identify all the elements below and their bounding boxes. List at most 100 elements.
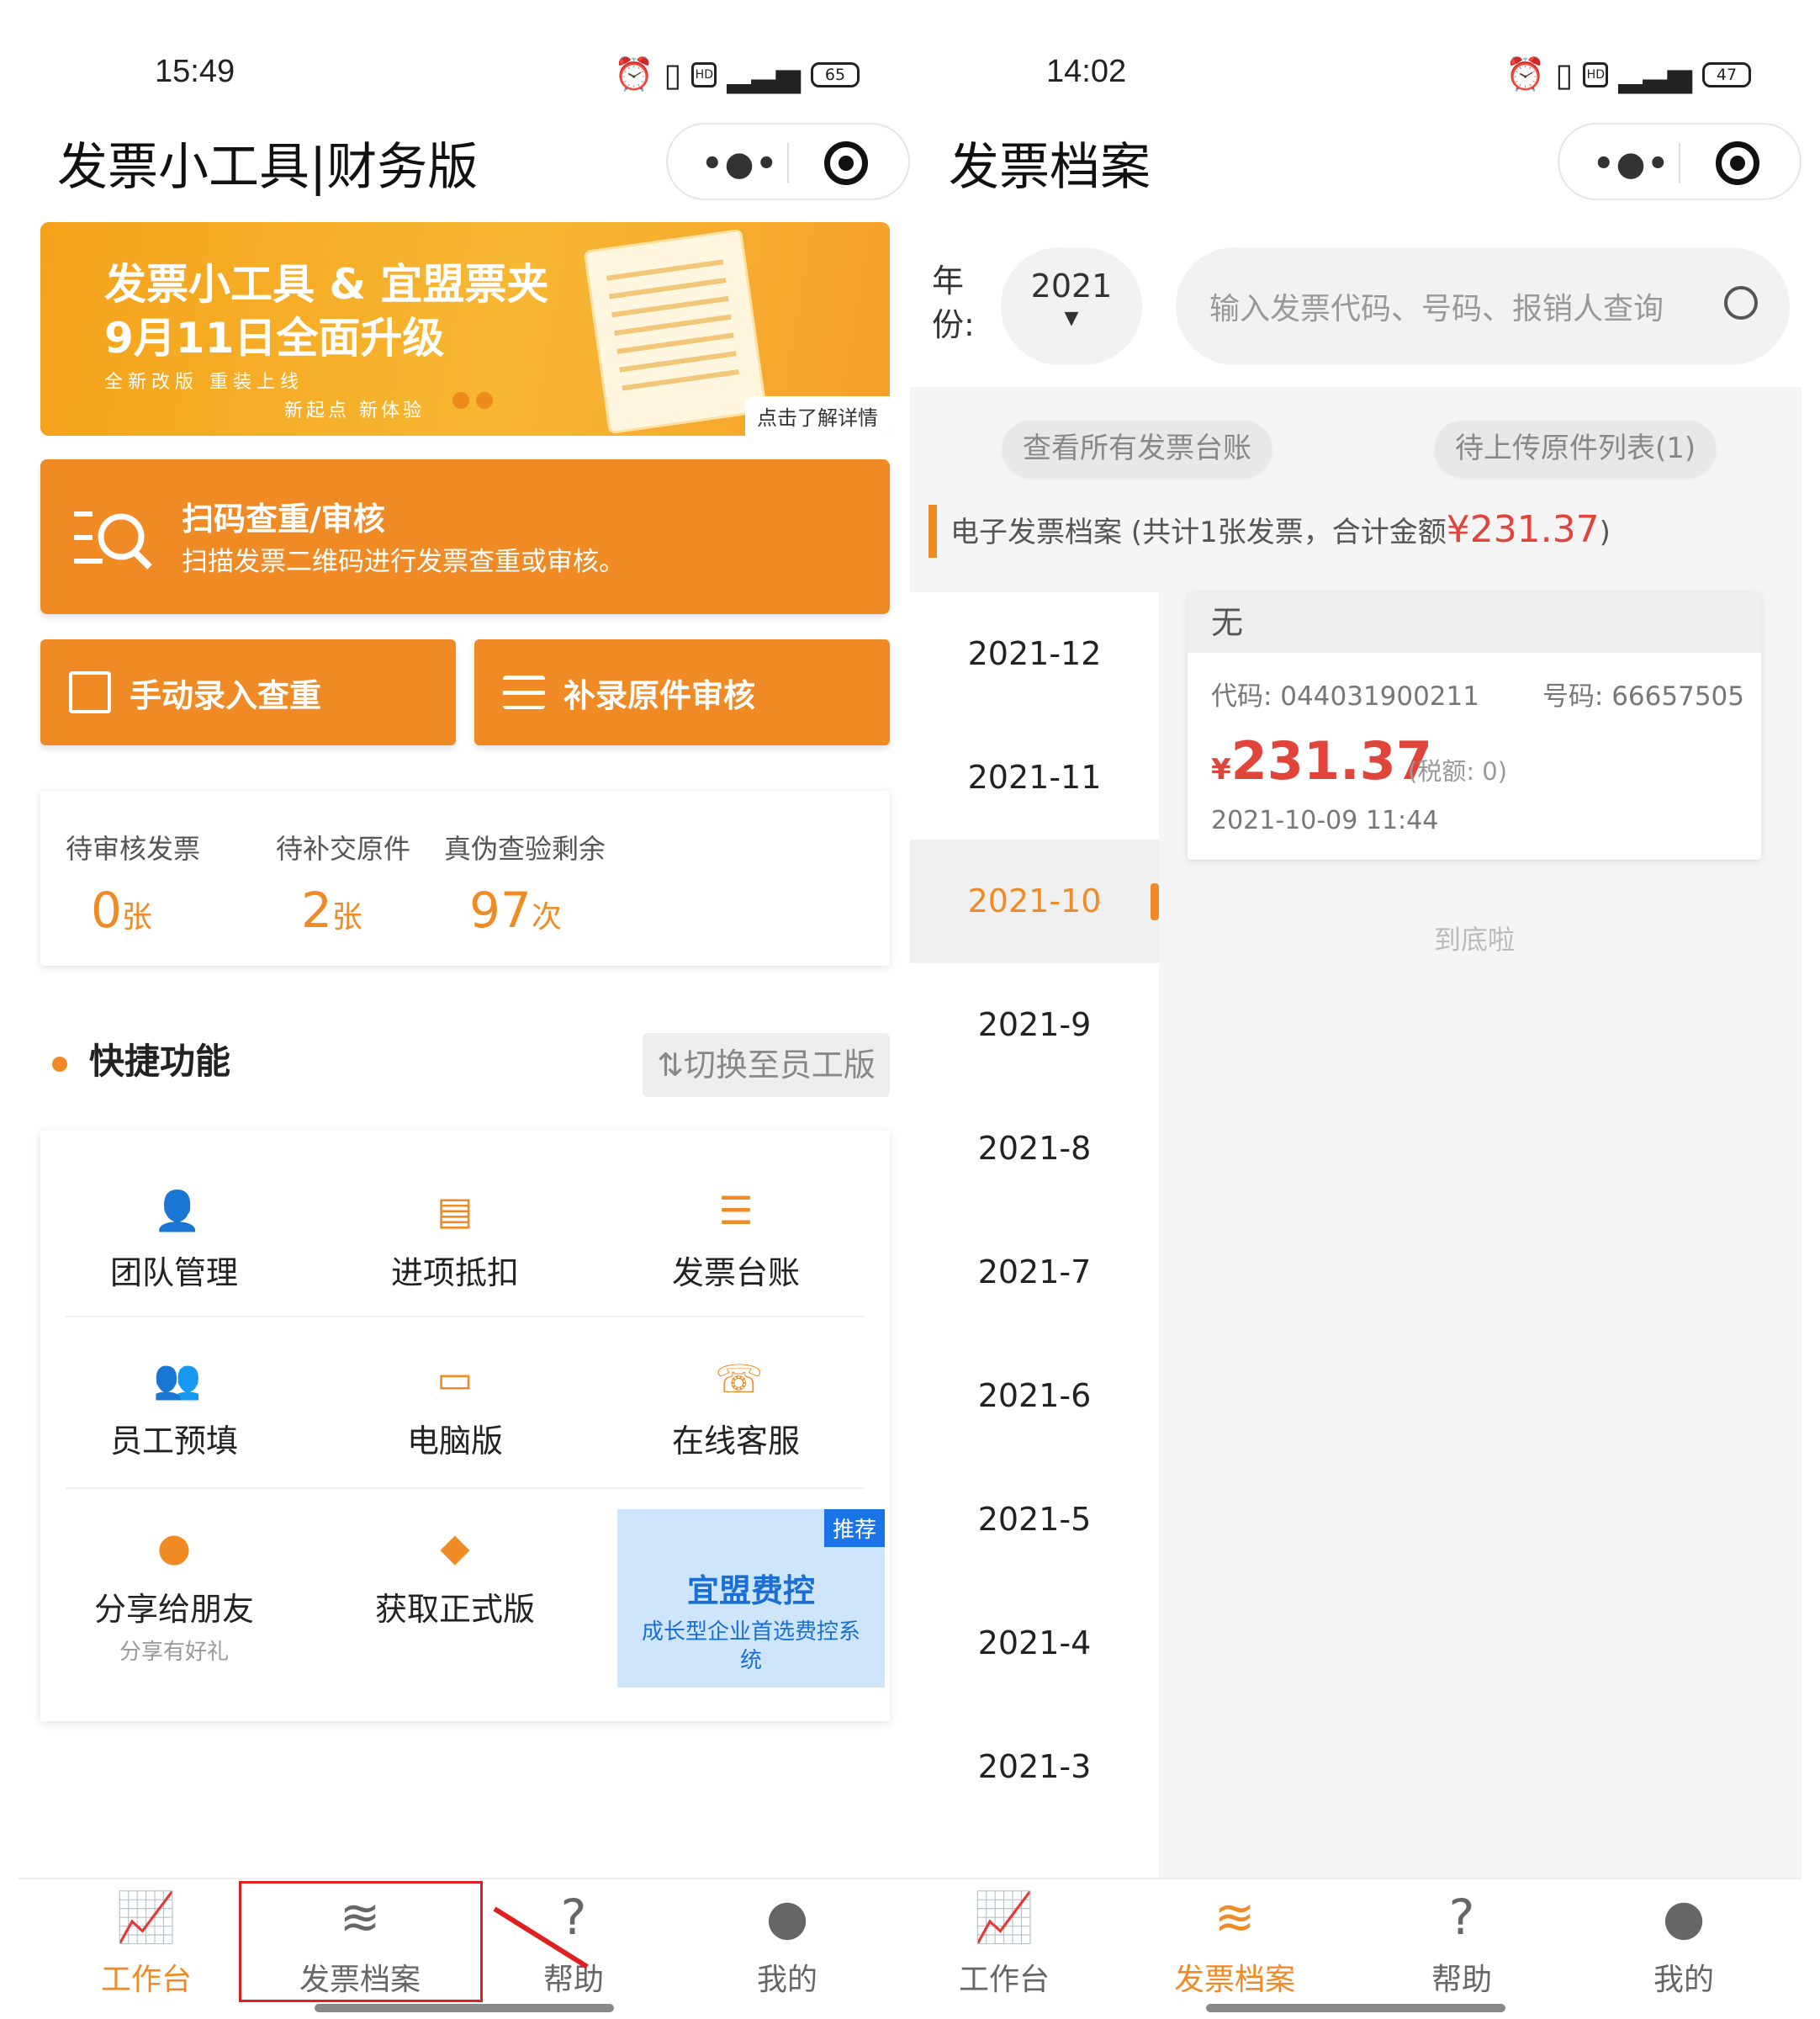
scan-title: 扫码查重/审核	[182, 501, 385, 538]
scan-check-button[interactable]: 扫码查重/审核 扫描发票二维码进行发票查重或审核。	[40, 459, 890, 614]
carousel-dot[interactable]	[452, 392, 469, 409]
signal-icon: ▂▃▅	[1618, 56, 1692, 93]
stat-value: 2张	[301, 882, 362, 939]
grid-item-ledger[interactable]: ☰ 发票台账	[602, 1190, 870, 1293]
edit-icon	[69, 671, 111, 713]
view-all-ledger-button[interactable]: 查看所有发票台账	[1003, 421, 1272, 476]
vibrate-icon: ▯	[1555, 56, 1574, 93]
grid-item-support[interactable]: ☏ 在线客服	[602, 1358, 870, 1461]
grid-item-desktop[interactable]: ▭ 电脑版	[321, 1358, 589, 1461]
tab-mine[interactable]: ● 我的	[1600, 1888, 1768, 1999]
switch-employee-button[interactable]: ⇅切换至员工版	[643, 1033, 890, 1097]
month-item[interactable]: 2021-7	[910, 1211, 1159, 1334]
signal-icon: ▂▃▅	[727, 56, 801, 93]
stat-pending-originals[interactable]: 待补交原件 2张	[276, 828, 410, 939]
grid-item-upgrade[interactable]: ◆ 获取正式版	[321, 1526, 589, 1630]
scan-desc: 扫描发票二维码进行发票查重或审核。	[182, 547, 625, 577]
carousel-dot[interactable]	[476, 392, 493, 409]
status-time: 15:49	[155, 54, 235, 89]
supplement-review-button[interactable]: 补录原件审核	[474, 639, 890, 745]
status-time: 14:02	[1046, 54, 1127, 89]
home-indicator	[315, 2004, 614, 2012]
help-icon: ?	[560, 1889, 587, 1946]
tab-workbench[interactable]: 📈 工作台	[920, 1888, 1088, 1999]
page-title: 发票小工具|财务版	[57, 138, 479, 197]
tab-invoice-archive[interactable]: ≋ 发票档案	[1151, 1888, 1319, 1999]
invoice-illustration	[583, 228, 768, 435]
user-icon: ●	[765, 1889, 809, 1946]
month-item[interactable]: 2021-8	[910, 1087, 1159, 1211]
month-item[interactable]: 2021-6	[910, 1334, 1159, 1458]
close-target-icon[interactable]	[824, 141, 868, 185]
miniprogram-capsule[interactable]: •●•	[666, 123, 910, 200]
invoice-card[interactable]: 无 代码: 044031900211 号码: 66657505 ¥231.37 …	[1188, 592, 1761, 860]
more-icon[interactable]: •●•	[1593, 145, 1670, 183]
grid-item-employee-prefill[interactable]: 👥 员工预填	[40, 1358, 308, 1461]
grid-item-team[interactable]: 👤 团队管理	[40, 1190, 308, 1293]
promo-banner[interactable]: 发票小工具 & 宜盟票夹 9月11日全面升级 全新改版 重装上线 新起点 新体验…	[40, 222, 890, 436]
search-input[interactable]: 输入发票代码、号码、报销人查询	[1176, 247, 1790, 365]
list-icon	[503, 676, 545, 709]
month-item[interactable]: 2021-4	[910, 1582, 1159, 1705]
invoice-datetime: 2021-10-09 11:44	[1211, 806, 1439, 835]
hd-icon: HD	[691, 61, 717, 87]
grid-item-share[interactable]: ● 分享给朋友 分享有好礼	[40, 1526, 308, 1666]
tab-bar: 📈 工作台 ≋ 发票档案 ? 帮助 ● 我的	[910, 1878, 1801, 2019]
chart-icon: 📈	[115, 1889, 177, 1946]
carousel-dots[interactable]	[452, 392, 493, 409]
search-icon[interactable]	[1724, 286, 1758, 320]
filter-bar: 年份: 2021 ▼ 输入发票代码、号码、报销人查询	[910, 222, 1801, 382]
hd-icon: HD	[1583, 61, 1609, 87]
invoice-tax: (税额: 0)	[1408, 757, 1508, 786]
invoice-head: 无	[1188, 592, 1761, 653]
banner-line4: 新起点 新体验	[284, 400, 425, 421]
bullet-dot	[52, 1056, 67, 1072]
banner-more-link[interactable]: 点击了解详情	[745, 396, 890, 436]
invoice-code: 代码: 044031900211	[1211, 681, 1479, 712]
left-phone-screen: 15:49 ⏰ ▯ HD ▂▃▅ 65 发票小工具|财务版 •●• 发票小工具 …	[19, 0, 910, 2019]
home-indicator	[1206, 2004, 1505, 2012]
status-bar: 14:02 ⏰ ▯ HD ▂▃▅ 47	[910, 50, 1801, 101]
invoice-number: 号码: 66657505	[1542, 681, 1744, 712]
vibrate-icon: ▯	[664, 56, 682, 93]
year-select[interactable]: 2021 ▼	[1001, 247, 1142, 365]
desktop-icon: ▭	[436, 1356, 474, 1402]
pending-upload-button[interactable]: 待上传原件列表(1)	[1435, 421, 1717, 476]
tab-help[interactable]: ? 帮助	[489, 1888, 658, 1999]
status-icons: ⏰ ▯ HD ▂▃▅ 65	[614, 56, 860, 93]
tab-workbench[interactable]: 📈 工作台	[62, 1888, 230, 1999]
alarm-icon: ⏰	[614, 56, 654, 93]
status-icons: ⏰ ▯ HD ▂▃▅ 47	[1505, 56, 1751, 93]
grid-divider	[66, 1487, 865, 1489]
grid-item-deduction[interactable]: ▤ 进项抵扣	[321, 1190, 589, 1293]
team-icon: 👤	[153, 1188, 202, 1233]
banner-line3: 全新改版 重装上线	[104, 372, 304, 393]
yimeng-promo-card[interactable]: 推荐 宜盟费控 成长型企业首选费控系统	[617, 1509, 885, 1688]
month-item-active[interactable]: 2021-10	[910, 840, 1159, 963]
quick-functions-heading: 快捷功能	[52, 1033, 230, 1084]
invoice-amount: ¥231.37	[1211, 730, 1432, 792]
layers-icon: ≋	[1214, 1889, 1256, 1946]
wechat-icon: ●	[156, 1524, 192, 1570]
stat-pending-review[interactable]: 待审核发票 0张	[66, 828, 200, 939]
tab-help[interactable]: ? 帮助	[1378, 1888, 1546, 1999]
annotation-highlight-box	[239, 1881, 483, 2002]
manual-entry-button[interactable]: 手动录入查重	[40, 639, 456, 745]
right-phone-screen: 14:02 ⏰ ▯ HD ▂▃▅ 47 发票档案 •●• 年份: 2021 ▼ …	[910, 0, 1801, 2019]
more-icon[interactable]: •●•	[701, 145, 779, 183]
tab-mine[interactable]: ● 我的	[703, 1888, 871, 1999]
stat-label: 真伪查验剩余	[444, 833, 606, 865]
miniprogram-capsule[interactable]: •●•	[1558, 123, 1801, 200]
month-item[interactable]: 2021-5	[910, 1458, 1159, 1582]
stat-label: 待审核发票	[66, 833, 201, 865]
manual-entry-label: 手动录入查重	[130, 676, 322, 714]
stat-verify-remaining[interactable]: 真伪查验剩余 97次	[444, 828, 606, 939]
archive-body: 查看所有发票台账 待上传原件列表(1) 电子发票档案 (共计1张发票，合计金额¥…	[910, 387, 1801, 1878]
deduction-icon: ▤	[436, 1188, 474, 1233]
month-item[interactable]: 2021-12	[910, 592, 1159, 716]
month-item[interactable]: 2021-11	[910, 716, 1159, 840]
month-item[interactable]: 2021-3	[910, 1705, 1159, 1829]
close-target-icon[interactable]	[1716, 141, 1759, 185]
battery-icon: 65	[811, 61, 860, 87]
month-item[interactable]: 2021-9	[910, 963, 1159, 1087]
